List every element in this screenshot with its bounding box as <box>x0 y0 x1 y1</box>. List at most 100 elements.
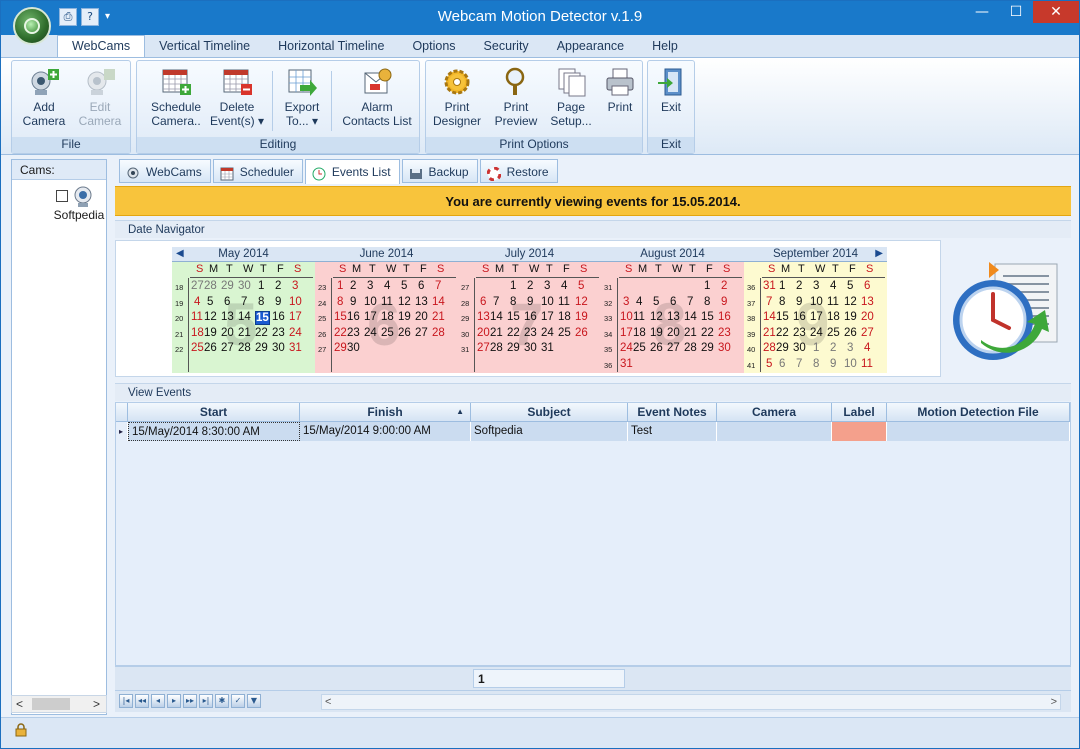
calendar-day[interactable]: 22 <box>334 327 347 339</box>
calendar-day[interactable]: 5 <box>766 358 772 370</box>
calendar-day[interactable]: 1 <box>337 280 343 292</box>
calendar-day[interactable]: 10 <box>620 311 633 323</box>
calendar-day[interactable]: 20 <box>415 311 428 323</box>
scroll-thumb[interactable] <box>32 698 70 710</box>
cell-camera[interactable] <box>717 422 832 441</box>
calendar-day[interactable]: 21 <box>238 327 251 339</box>
calendar-day[interactable]: 12 <box>575 296 588 308</box>
nav-button-4[interactable]: ▸▸ <box>183 694 197 708</box>
calendar-day[interactable]: 4 <box>864 342 870 354</box>
calendar-day[interactable]: 6 <box>864 280 870 292</box>
tab-restore[interactable]: Restore <box>479 159 558 183</box>
calendar-day[interactable]: 16 <box>793 311 806 323</box>
print-button[interactable]: Print <box>598 65 642 137</box>
calendar-day[interactable]: 11 <box>191 311 203 323</box>
quick-access-dropdown-icon[interactable]: ▾ <box>105 8 110 26</box>
quick-print-icon[interactable]: ⎙ <box>59 8 77 26</box>
calendar-day[interactable]: 16 <box>524 311 537 323</box>
calendar-day[interactable]: 14 <box>684 311 697 323</box>
calendar-day[interactable]: 13 <box>415 296 428 308</box>
calendar-day[interactable]: 8 <box>337 296 343 308</box>
next-month-icon[interactable]: ▶ <box>875 248 883 259</box>
cell-notes[interactable]: Test <box>628 422 717 441</box>
calendar-day[interactable]: 28 <box>684 342 697 354</box>
calendar-day[interactable]: 27 <box>667 342 680 354</box>
calendar-day[interactable]: 4 <box>384 280 390 292</box>
calendar-day[interactable]: 12 <box>398 296 411 308</box>
calendar-day[interactable]: 2 <box>350 280 356 292</box>
scroll-left-icon[interactable]: < <box>16 696 23 712</box>
calendar-day[interactable]: 14 <box>432 296 445 308</box>
tab-scheduler[interactable]: Scheduler <box>212 159 303 183</box>
calendar-day[interactable]: 23 <box>718 327 731 339</box>
calendar-day[interactable]: 6 <box>480 296 486 308</box>
calendar-day[interactable]: 18 <box>381 311 394 323</box>
calendar-day[interactable]: 2 <box>830 342 836 354</box>
calendar-day[interactable]: 30 <box>524 342 537 354</box>
nav-button-6[interactable]: ✱ <box>215 694 229 708</box>
calendar-day[interactable]: 17 <box>541 311 554 323</box>
calendar-day[interactable]: 10 <box>541 296 554 308</box>
calendar-day[interactable]: 3 <box>623 296 629 308</box>
calendar-day[interactable]: 28 <box>238 342 251 354</box>
calendar-day[interactable]: 23 <box>524 327 537 339</box>
calendar-day[interactable]: 6 <box>779 358 785 370</box>
calendar-day[interactable]: 3 <box>544 280 550 292</box>
calendar-day[interactable]: 20 <box>861 311 874 323</box>
calendar-day[interactable]: 5 <box>847 280 853 292</box>
calendar-day[interactable]: 30 <box>347 342 360 354</box>
calendar-day[interactable]: 29 <box>221 280 234 292</box>
cell-subject[interactable]: Softpedia <box>471 422 628 441</box>
calendar-day[interactable]: 4 <box>636 296 642 308</box>
calendar-day[interactable]: 1 <box>704 280 710 292</box>
schedule-camera-button[interactable]: Schedule Camera.. <box>143 65 209 137</box>
calendar-day[interactable]: 18 <box>827 311 840 323</box>
calendar-day[interactable]: 25 <box>191 342 204 354</box>
calendar-day[interactable]: 26 <box>844 327 857 339</box>
calendar-day[interactable]: 15 <box>334 311 347 323</box>
calendar-day[interactable]: 25 <box>827 327 840 339</box>
calendar-day[interactable]: 7 <box>766 296 772 308</box>
calendar-day[interactable]: 21 <box>490 327 503 339</box>
calendar-day[interactable]: 26 <box>398 327 411 339</box>
calendar-day[interactable]: 17 <box>620 327 633 339</box>
calendar-day[interactable]: 21 <box>684 327 697 339</box>
calendar-day[interactable]: 15 <box>776 311 789 323</box>
col-start[interactable]: Start <box>128 403 300 422</box>
calendar-day[interactable]: 16 <box>347 311 360 323</box>
calendar-day[interactable]: 5 <box>401 280 407 292</box>
calendar-day[interactable]: 29 <box>255 342 268 354</box>
page-setup-button[interactable]: Page Setup... <box>546 65 596 137</box>
calendar-day[interactable]: 9 <box>796 296 802 308</box>
calendar-day[interactable]: 24 <box>620 342 633 354</box>
menu-options[interactable]: Options <box>398 35 469 57</box>
table-row[interactable]: ▸ 15/May/2014 8:30:00 AM 15/May/2014 9:0… <box>116 422 1070 441</box>
calendar-day[interactable]: 27 <box>415 327 428 339</box>
calendar-day[interactable]: 15 <box>701 311 714 323</box>
calendar-day[interactable]: 18 <box>191 327 204 339</box>
calendar-day[interactable]: 13 <box>221 311 234 323</box>
calendar-day[interactable]: 10 <box>810 296 823 308</box>
calendar-day[interactable]: 19 <box>204 327 217 339</box>
calendar-day[interactable]: 7 <box>493 296 499 308</box>
calendar-day[interactable]: 1 <box>813 342 819 354</box>
calendar-day[interactable]: 18 <box>633 327 646 339</box>
calendar-day[interactable]: 9 <box>830 358 836 370</box>
calendar-day[interactable]: 21 <box>432 311 445 323</box>
cell-motion-file[interactable] <box>887 422 1070 441</box>
calendar-day[interactable]: 16 <box>718 311 731 323</box>
calendar-day[interactable]: 14 <box>763 311 776 323</box>
menu-vertical-timeline[interactable]: Vertical Timeline <box>145 35 264 57</box>
col-event-notes[interactable]: Event Notes <box>628 403 717 422</box>
nav-button-0[interactable]: |◂ <box>119 694 133 708</box>
tab-backup[interactable]: Backup <box>401 159 478 183</box>
calendar-day[interactable]: 18 <box>558 311 571 323</box>
calendar-day[interactable]: 9 <box>721 296 727 308</box>
calendar-day[interactable]: 23 <box>793 327 806 339</box>
calendar-day[interactable]: 22 <box>507 327 520 339</box>
calendar-day[interactable]: 16 <box>272 311 285 323</box>
col-subject[interactable]: Subject <box>471 403 628 422</box>
calendar-day[interactable]: 21 <box>763 327 776 339</box>
nav-button-1[interactable]: ◂◂ <box>135 694 149 708</box>
add-camera-button[interactable]: Add Camera <box>18 65 70 137</box>
